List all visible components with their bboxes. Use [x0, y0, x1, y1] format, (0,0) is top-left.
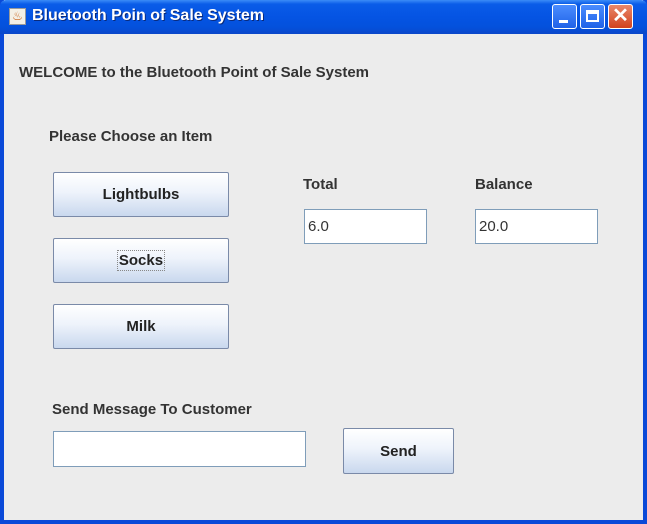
window-title: Bluetooth Poin of Sale System [32, 7, 265, 24]
welcome-text: WELCOME to the Bluetooth Point of Sale S… [19, 64, 370, 81]
close-icon: ✕ [612, 5, 629, 27]
balance-field[interactable] [475, 209, 598, 244]
minimize-button[interactable] [552, 4, 577, 29]
choose-item-label: Please Choose an Item [49, 128, 213, 145]
title-bar[interactable]: ♨ Bluetooth Poin of Sale System ✕ [0, 0, 647, 34]
send-button[interactable]: Send [343, 428, 454, 474]
total-field[interactable] [304, 209, 427, 244]
socks-button-label: Socks [116, 250, 166, 271]
balance-label: Balance [475, 176, 533, 193]
message-input[interactable] [53, 431, 306, 467]
lightbulbs-button[interactable]: Lightbulbs [53, 172, 229, 217]
maximize-button[interactable] [580, 4, 605, 29]
socks-button[interactable]: Socks [53, 238, 229, 283]
minimize-icon [559, 20, 568, 23]
send-message-label: Send Message To Customer [52, 401, 252, 418]
java-cup-icon: ♨ [9, 8, 26, 25]
close-button[interactable]: ✕ [608, 4, 633, 29]
app-window: ♨ Bluetooth Poin of Sale System ✕ WELCOM… [0, 0, 647, 524]
maximize-icon [586, 10, 599, 22]
total-label: Total [303, 176, 338, 193]
milk-button[interactable]: Milk [53, 304, 229, 349]
